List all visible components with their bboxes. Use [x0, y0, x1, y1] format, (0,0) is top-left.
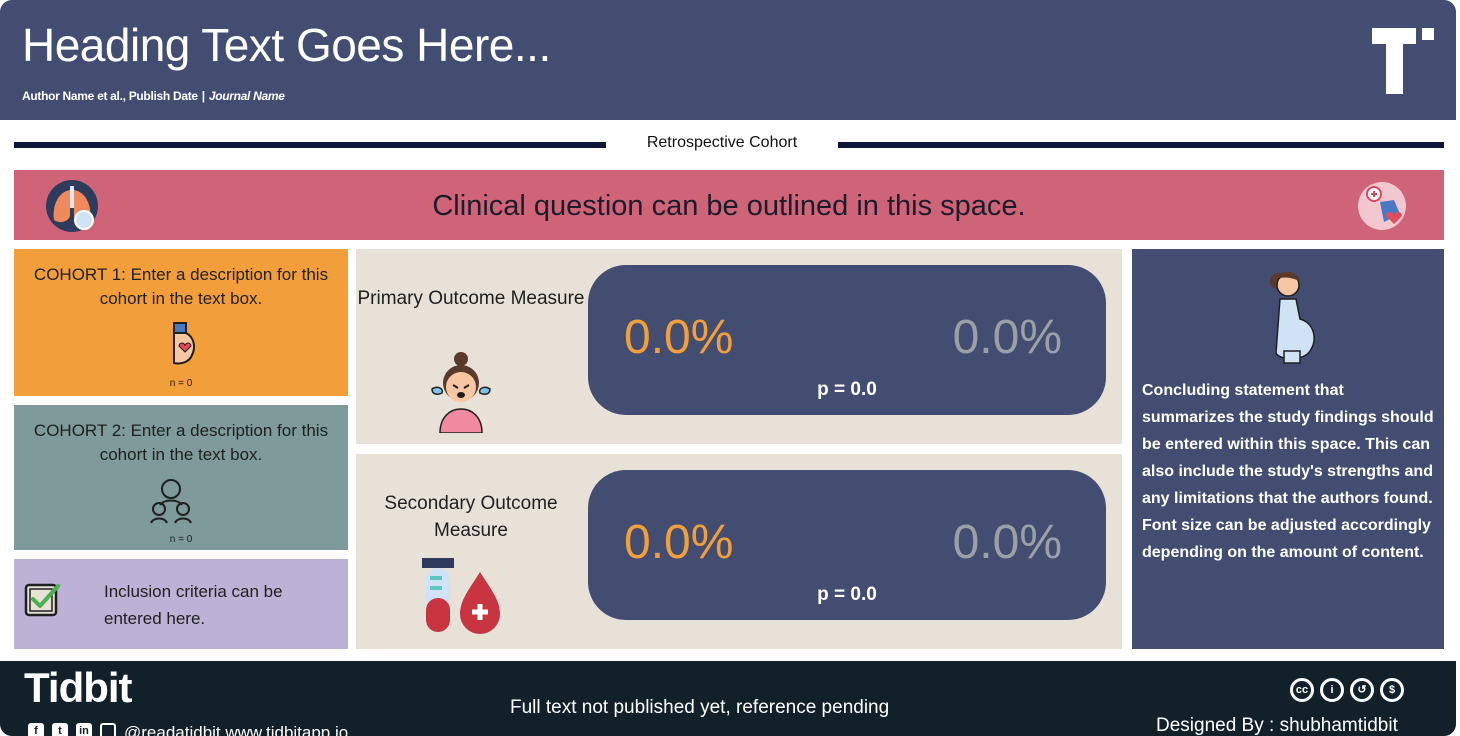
cohort-1-description: COHORT 1: Enter a description for this c…	[33, 265, 329, 308]
byline: Author Name et al., Publish Date | Journal…	[22, 89, 285, 103]
reference-note: Full text not published yet, reference p…	[510, 697, 890, 718]
doctor-care-icon	[1358, 182, 1406, 230]
share-alike-icon: ↺	[1350, 678, 1374, 702]
divider-left	[14, 142, 606, 148]
secondary-outcome-panel: Secondary Outcome Measure 0.0% 0.0% p = …	[356, 454, 1122, 649]
infographic-card: Heading Text Goes Here... Author Name et…	[0, 0, 1456, 736]
inclusion-card: Inclusion criteria can be entered here.	[14, 559, 348, 649]
study-type-label: Retrospective Cohort	[646, 134, 798, 151]
designer-credit: Designed By : shubhamtidbit	[1156, 715, 1398, 736]
cohort-2-count: n = 0	[169, 534, 193, 545]
secondary-p-value: p = 0.0	[817, 584, 877, 605]
linkedin-icon[interactable]: in	[76, 723, 92, 736]
pregnant-belly-icon	[173, 322, 195, 365]
byline-journal: Journal Name	[208, 89, 285, 103]
header-bar: Heading Text Goes Here... Author Name et…	[0, 0, 1456, 120]
attribution-icon: i	[1320, 678, 1344, 702]
primary-value-cohort-2: 0.0%	[952, 311, 1062, 364]
primary-outcome-results: 0.0% 0.0% p = 0.0	[588, 265, 1106, 415]
divider-right	[838, 142, 1444, 148]
license-icons: cc i ↺ $	[1290, 678, 1410, 702]
twitter-icon[interactable]: t	[52, 723, 68, 736]
social-links: f t in @readatidbit www.tidbitapp.io	[28, 723, 348, 736]
inclusion-text: Inclusion criteria can be entered here.	[104, 582, 283, 628]
primary-outcome-label: Primary Outcome Measure	[357, 288, 585, 309]
cohort-1-card: COHORT 1: Enter a description for this c…	[14, 249, 348, 396]
primary-p-value: p = 0.0	[817, 379, 877, 400]
cohort-1-count: n = 0	[169, 378, 193, 389]
family-group-icon	[150, 479, 192, 524]
page-title: Heading Text Goes Here...	[22, 19, 551, 71]
secondary-outcome-results: 0.0% 0.0% p = 0.0	[588, 470, 1106, 620]
checklist-icon	[24, 583, 60, 617]
conclusion-panel: Concluding statement that summarizes the…	[1132, 249, 1444, 649]
cohort-2-card: COHORT 2: Enter a description for this c…	[14, 405, 348, 550]
byline-separator: |	[201, 89, 205, 103]
cohort-2-description: COHORT 2: Enter a description for this c…	[33, 421, 329, 464]
clinical-question-banner: Clinical question can be outlined in thi…	[14, 170, 1444, 240]
secondary-value-cohort-2: 0.0%	[952, 516, 1062, 569]
secondary-value-cohort-1: 0.0%	[624, 516, 734, 569]
secondary-outcome-label: Secondary Outcome Measure	[384, 493, 558, 541]
primary-value-cohort-1: 0.0%	[624, 311, 734, 364]
tidbit-logo-icon	[1372, 28, 1434, 94]
non-commercial-icon: $	[1380, 678, 1404, 702]
primary-outcome-panel: Primary Outcome Measure 0.0% 0.0% p = 0.…	[356, 249, 1122, 444]
clinical-question-text: Clinical question can be outlined in thi…	[432, 190, 1026, 222]
pregnant-woman-icon	[1270, 271, 1315, 364]
cc-icon: cc	[1290, 678, 1314, 702]
conclusion-lead: Concluding statement	[1142, 382, 1311, 399]
crying-woman-icon	[431, 352, 491, 433]
social-handle[interactable]: @readatidbit www.tidbitapp.io	[124, 723, 348, 736]
byline-author: Author Name et al., Publish Date	[22, 89, 198, 103]
facebook-icon[interactable]: f	[28, 723, 44, 736]
conclusion-body: that summarizes the study findings shoul…	[1142, 382, 1434, 561]
conclusion-text: Concluding statement that summarizes the…	[1142, 377, 1438, 566]
blood-test-icon	[422, 558, 500, 634]
footer-bar: Tidbit f t in @readatidbit www.tidbitapp.io…	[0, 661, 1456, 736]
brand-logo: Tidbit	[24, 664, 133, 711]
instagram-icon[interactable]	[100, 723, 116, 736]
